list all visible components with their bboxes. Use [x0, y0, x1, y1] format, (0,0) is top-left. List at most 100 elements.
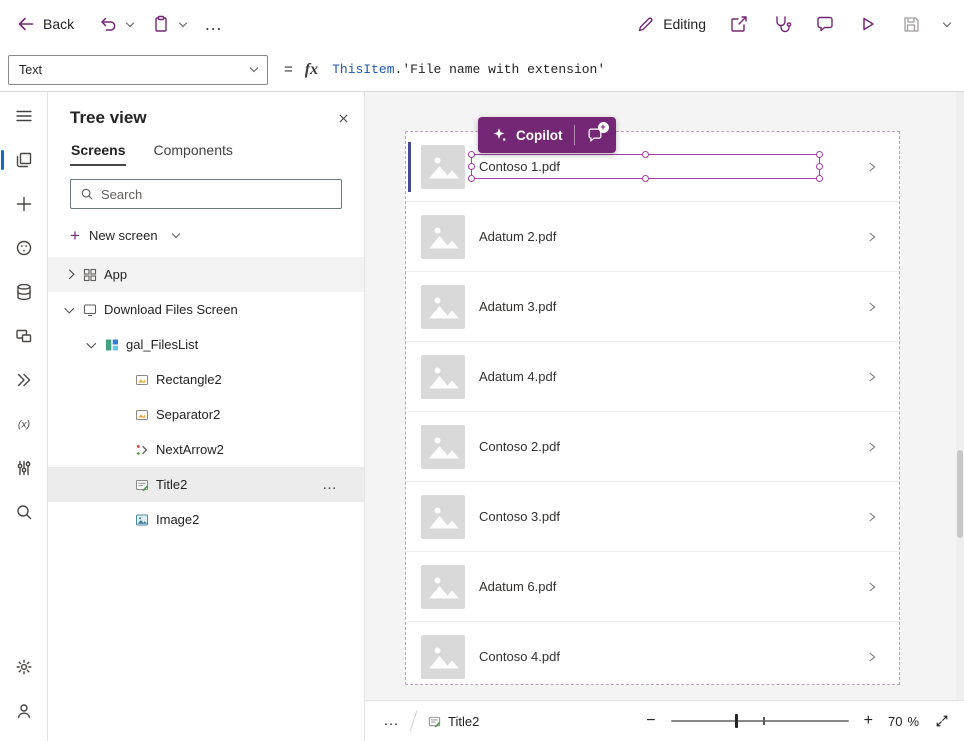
close-panel-button[interactable]: [337, 112, 350, 125]
next-arrow-icon[interactable]: [865, 160, 879, 174]
tree-node-label: Rectangle2: [156, 372, 222, 387]
formula-identifier: ThisItem: [332, 62, 395, 77]
gallery-item[interactable]: Adatum 4.pdf: [406, 342, 899, 412]
tree-node-app[interactable]: App: [48, 257, 364, 292]
next-arrow-icon[interactable]: [865, 300, 879, 314]
selection-handle[interactable]: [468, 175, 475, 182]
tree-view-tabs: Screens Components: [48, 128, 364, 166]
gallery-item[interactable]: Adatum 3.pdf: [406, 272, 899, 342]
property-selector[interactable]: Text: [8, 54, 268, 85]
save-button[interactable]: [901, 14, 921, 34]
comments-button[interactable]: [815, 14, 835, 34]
tree-node-gal-fileslist[interactable]: gal_FilesList: [48, 327, 364, 362]
selection-handle[interactable]: [641, 151, 649, 158]
file-name-label[interactable]: Adatum 2.pdf: [479, 229, 556, 244]
theme-icon[interactable]: [0, 226, 48, 270]
paste-dropdown-button[interactable]: [178, 18, 188, 27]
selection-handle[interactable]: [468, 151, 475, 158]
fit-to-window-button[interactable]: [934, 713, 950, 729]
image-placeholder[interactable]: [421, 214, 465, 259]
next-arrow-icon[interactable]: [865, 510, 879, 524]
back-button[interactable]: Back: [16, 14, 74, 34]
power-automate-icon[interactable]: [0, 358, 48, 402]
file-name-label[interactable]: Contoso 2.pdf: [479, 439, 560, 454]
tree-node-image2[interactable]: Image2: [48, 502, 364, 537]
selection-handle[interactable]: [816, 175, 823, 182]
image-placeholder[interactable]: [421, 144, 465, 189]
chevron-down-icon[interactable]: [62, 307, 76, 312]
paste-button[interactable]: [151, 14, 171, 34]
new-screen-button[interactable]: + New screen: [48, 221, 364, 249]
search-input[interactable]: [101, 186, 332, 202]
selection-handle[interactable]: [816, 162, 823, 170]
help-icon[interactable]: [0, 689, 48, 733]
tree-node-separator2[interactable]: Separator2: [48, 397, 364, 432]
gallery-control[interactable]: Contoso 1.pdf Adatum 2.pdf Adatum 3.pdf Ada…: [405, 131, 900, 685]
image-placeholder[interactable]: [421, 494, 465, 539]
file-name-label[interactable]: Contoso 1.pdf: [479, 159, 560, 174]
file-name-label[interactable]: Contoso 3.pdf: [479, 509, 560, 524]
status-more-button[interactable]: …: [383, 712, 400, 730]
chevron-right-icon[interactable]: [62, 271, 76, 278]
selection-handle[interactable]: [468, 162, 475, 170]
canvas-scrollbar[interactable]: [956, 92, 964, 700]
zoom-slider[interactable]: [670, 713, 849, 729]
file-name-label[interactable]: Adatum 6.pdf: [479, 579, 556, 594]
file-name-label[interactable]: Adatum 4.pdf: [479, 369, 556, 384]
gallery-item[interactable]: Contoso 3.pdf: [406, 482, 899, 552]
zoom-slider-thumb[interactable]: [734, 714, 738, 728]
more-commands-button[interactable]: …: [204, 14, 223, 35]
next-arrow-icon[interactable]: [865, 370, 879, 384]
undo-dropdown-button[interactable]: [125, 18, 135, 27]
gallery-item[interactable]: Adatum 2.pdf: [406, 202, 899, 272]
image-placeholder[interactable]: [421, 564, 465, 609]
menu-icon[interactable]: [0, 94, 48, 138]
selected-control-breadcrumb[interactable]: Title2: [427, 714, 479, 729]
tab-components[interactable]: Components: [152, 138, 233, 166]
file-name-label[interactable]: Adatum 3.pdf: [479, 299, 556, 314]
copilot-chat-icon[interactable]: +: [586, 122, 609, 144]
next-arrow-icon[interactable]: [865, 230, 879, 244]
tree-view-icon[interactable]: [0, 138, 48, 182]
image-placeholder[interactable]: [421, 354, 465, 399]
chevron-down-icon[interactable]: [84, 342, 98, 347]
data-icon[interactable]: [0, 270, 48, 314]
editing-mode-button[interactable]: Editing: [636, 14, 706, 34]
gallery-item[interactable]: Contoso 4.pdf: [406, 622, 899, 684]
tree-node-title2[interactable]: Title2…: [48, 467, 364, 502]
selection-handle[interactable]: [816, 151, 823, 158]
scrollbar-thumb[interactable]: [957, 450, 963, 538]
toolbar-overflow-button[interactable]: [942, 18, 952, 27]
undo-button[interactable]: [98, 14, 118, 34]
tree-node-download-files-screen[interactable]: Download Files Screen: [48, 292, 364, 327]
zoom-level[interactable]: 70 %: [888, 714, 919, 729]
preview-play-button[interactable]: [858, 14, 878, 34]
gallery-item[interactable]: Adatum 6.pdf: [406, 552, 899, 622]
insert-icon[interactable]: [0, 182, 48, 226]
media-icon[interactable]: [0, 314, 48, 358]
advanced-tools-icon[interactable]: [0, 446, 48, 490]
copilot-button[interactable]: Copilot +: [478, 117, 616, 153]
app-checker-button[interactable]: [772, 14, 792, 34]
node-more-button[interactable]: …: [322, 476, 338, 493]
variables-icon[interactable]: (x): [0, 402, 48, 446]
image-placeholder[interactable]: [421, 634, 465, 679]
zoom-out-button[interactable]: −: [646, 712, 655, 730]
next-arrow-icon[interactable]: [865, 440, 879, 454]
next-arrow-icon[interactable]: [865, 580, 879, 594]
gallery-item[interactable]: Contoso 2.pdf: [406, 412, 899, 482]
zoom-in-button[interactable]: +: [864, 712, 873, 730]
settings-icon[interactable]: [0, 645, 48, 689]
tree-node-nextarrow2[interactable]: NextArrow2: [48, 432, 364, 467]
share-button[interactable]: [729, 14, 749, 34]
next-arrow-icon[interactable]: [865, 650, 879, 664]
formula-input[interactable]: ThisItem.'File name with extension': [332, 62, 964, 77]
tab-screens[interactable]: Screens: [70, 138, 127, 166]
image-placeholder[interactable]: [421, 424, 465, 469]
tree-node-rectangle2[interactable]: Rectangle2: [48, 362, 364, 397]
search-icon[interactable]: [0, 490, 48, 534]
chevron-down-icon: [171, 229, 180, 238]
selection-handle[interactable]: [641, 175, 649, 182]
image-placeholder[interactable]: [421, 284, 465, 329]
file-name-label[interactable]: Contoso 4.pdf: [479, 649, 560, 664]
